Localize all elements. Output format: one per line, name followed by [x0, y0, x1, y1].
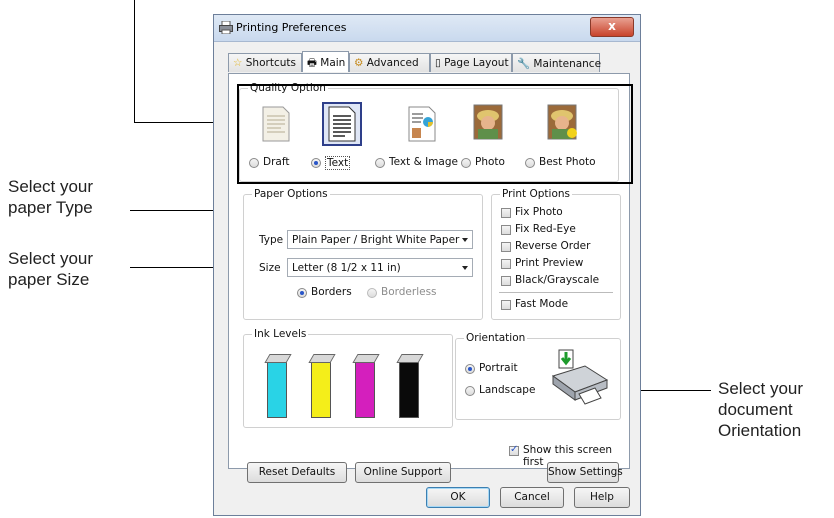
draft-quality-icon: [262, 106, 290, 142]
text-label: Text: [325, 156, 351, 170]
show-screen-first-checkbox[interactable]: [509, 444, 519, 456]
main-tab-panel: Quality Option Draft Text Text & Image P…: [228, 73, 633, 483]
star-icon: ☆: [233, 57, 243, 69]
draft-radio[interactable]: [249, 158, 259, 168]
ink-levels-legend: Ink Levels: [252, 328, 309, 340]
portrait-radio[interactable]: [465, 364, 475, 374]
best-photo-radio[interactable]: [525, 158, 535, 168]
paper-options-group: Paper Options: [243, 188, 483, 320]
paper-type-label: Type: [259, 234, 284, 246]
size-callout-line1: Select your: [8, 249, 94, 268]
portrait-label: Portrait: [479, 362, 518, 374]
chevron-down-icon: [462, 238, 468, 242]
orientation-callout-line2: document: [718, 400, 793, 419]
type-callout: Select your paper Type: [8, 176, 93, 218]
show-settings-button[interactable]: Show Settings: [547, 462, 623, 483]
size-callout-word: Size: [56, 270, 90, 289]
orientation-callout-line3: Orientation: [718, 421, 802, 440]
black-grayscale-checkbox[interactable]: [501, 276, 511, 286]
draft-label: Draft: [263, 156, 290, 168]
page-icon: ▯: [435, 57, 441, 69]
help-button[interactable]: Help: [574, 487, 630, 508]
type-callout-prefix: paper: [8, 198, 56, 217]
paper-type-value: Plain Paper / Bright White Paper: [292, 234, 460, 246]
photo-label: Photo: [475, 156, 505, 168]
size-callout-line2: paper Size: [8, 269, 93, 290]
paper-options-legend: Paper Options: [252, 188, 330, 200]
orientation-legend: Orientation: [464, 332, 528, 344]
tab-label: Main: [320, 57, 346, 69]
print-preview-label: Print Preview: [515, 257, 584, 269]
fast-mode-label: Fast Mode: [515, 298, 569, 310]
paper-size-select[interactable]: Letter (8 1/2 x 11 in): [287, 258, 473, 277]
quality-callout-line-vertical: [134, 0, 135, 123]
borderless-radio[interactable]: [367, 288, 377, 298]
photo-quality-icon: [473, 104, 503, 140]
text-quality-icon: [328, 106, 356, 142]
online-support-button[interactable]: Online Support: [355, 462, 451, 483]
chevron-down-icon: [462, 266, 468, 270]
orientation-callout-line1: Select your: [718, 379, 804, 398]
best-photo-label: Best Photo: [539, 156, 596, 168]
reverse-order-checkbox[interactable]: [501, 242, 511, 252]
fix-photo-label: Fix Photo: [515, 206, 563, 218]
fix-red-eye-label: Fix Red-Eye: [515, 223, 576, 235]
ok-button[interactable]: OK: [426, 487, 490, 508]
tab-label: Advanced: [366, 57, 419, 69]
paper-type-select[interactable]: Plain Paper / Bright White Paper: [287, 230, 473, 249]
printing-preferences-window: Printing Preferences x ☆ Shortcuts 🖶 Mai…: [213, 14, 641, 516]
ink-cartridge-cyan: [264, 354, 292, 418]
reset-defaults-button[interactable]: Reset Defaults: [247, 462, 347, 483]
fix-photo-checkbox[interactable]: [501, 208, 511, 218]
fast-mode-checkbox[interactable]: [501, 300, 511, 310]
landscape-label: Landscape: [479, 384, 536, 396]
tab-label: Shortcuts: [245, 57, 296, 69]
print-options-divider: [499, 292, 613, 293]
ink-cartridge-black: [396, 354, 424, 418]
size-callout-prefix: paper: [8, 270, 57, 289]
borderless-label: Borderless: [381, 286, 437, 298]
tab-main[interactable]: 🖶 Main: [302, 51, 349, 72]
type-callout-word: Type: [55, 198, 93, 217]
printer-orientation-icon: [551, 349, 609, 405]
wrench-icon: 🔧: [517, 58, 531, 70]
paper-size-label: Size: [259, 262, 281, 274]
tab-advanced[interactable]: ⚙ Advanced: [349, 53, 430, 72]
tab-label: Maintenance: [533, 58, 602, 70]
text-radio[interactable]: [311, 158, 321, 168]
paper-size-value: Letter (8 1/2 x 11 in): [292, 262, 401, 274]
printer-tab-icon: 🖶: [307, 57, 317, 69]
printer-icon: [219, 21, 233, 34]
tab-page-layout[interactable]: ▯ Page Layout: [430, 53, 512, 72]
borders-radio[interactable]: [297, 288, 307, 298]
text-image-radio[interactable]: [375, 158, 385, 168]
best-photo-quality-icon: [547, 104, 577, 140]
orientation-callout: Select your document Orientation: [718, 378, 803, 441]
print-preview-checkbox[interactable]: [501, 259, 511, 269]
tab-shortcuts[interactable]: ☆ Shortcuts: [228, 53, 302, 72]
print-options-legend: Print Options: [500, 188, 573, 200]
ink-cartridge-yellow: [308, 354, 336, 418]
cancel-button[interactable]: Cancel: [500, 487, 564, 508]
text-image-quality-icon: [408, 106, 436, 142]
type-callout-line2: paper Type: [8, 197, 93, 218]
photo-radio[interactable]: [461, 158, 471, 168]
fix-red-eye-checkbox[interactable]: [501, 225, 511, 235]
window-title: Printing Preferences: [236, 21, 347, 34]
text-image-label: Text & Image: [389, 156, 458, 168]
black-grayscale-label: Black/Grayscale: [515, 274, 600, 286]
size-callout: Select your paper Size: [8, 248, 93, 290]
gears-icon: ⚙: [354, 57, 364, 69]
tab-maintenance[interactable]: 🔧 Maintenance: [512, 53, 602, 72]
title-bar: Printing Preferences x: [214, 15, 640, 42]
tab-label: Page Layout: [444, 57, 509, 69]
type-callout-line1: Select your: [8, 177, 94, 196]
close-button[interactable]: x: [590, 17, 634, 37]
landscape-radio[interactable]: [465, 386, 475, 396]
borders-label: Borders: [311, 286, 352, 298]
reverse-order-label: Reverse Order: [515, 240, 591, 252]
ink-cartridge-magenta: [352, 354, 380, 418]
